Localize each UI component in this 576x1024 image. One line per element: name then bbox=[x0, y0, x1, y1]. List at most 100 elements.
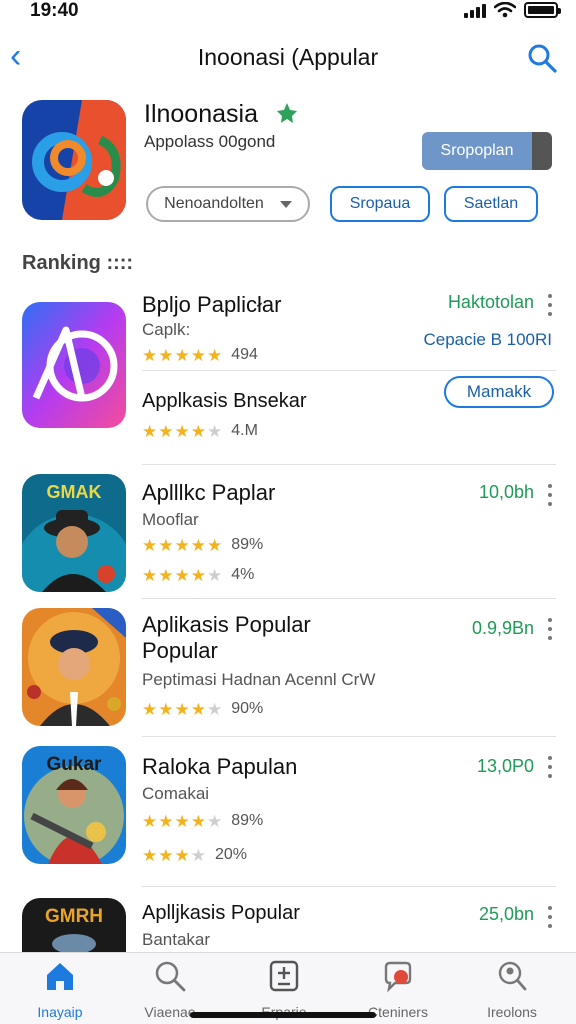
tab-label: Ireolons bbox=[487, 1004, 537, 1020]
tab-profile[interactable]: Ireolons bbox=[457, 959, 567, 1020]
category-dropdown[interactable]: Nenoandolten bbox=[146, 186, 310, 222]
app-title: Raloka Papulan bbox=[142, 754, 298, 779]
star-icon: ★ bbox=[207, 811, 223, 831]
search-icon bbox=[155, 961, 186, 992]
star-icon: ★ bbox=[190, 845, 206, 865]
star-icon: ★ bbox=[207, 535, 223, 555]
app-subtitle: Peptimasi Hadnan Acennl CrW bbox=[142, 670, 376, 689]
page-title: Inoonasi (Appular bbox=[197, 44, 379, 70]
rating-secondary: ★ ★ ★ ★ ★ 4.M bbox=[142, 422, 258, 440]
star-icon: ★ bbox=[142, 845, 158, 865]
filter-pill-2[interactable]: Saetlan bbox=[444, 186, 538, 222]
list-item[interactable]: Bpljo Paplicłar Caplk: ★ ★ ★ ★ ★ 494 Haktoto… bbox=[22, 292, 556, 465]
featured-app-icon[interactable] bbox=[22, 100, 126, 220]
star-icon: ★ bbox=[190, 535, 206, 555]
featured-app: Ilnoonasia Appolass 00gond Sropoplan Nen… bbox=[22, 100, 556, 230]
app-icon bbox=[22, 608, 126, 726]
rating: ★ ★ ★ ★ ★ 89% bbox=[142, 536, 263, 554]
nav-bar: ‹ Inoonasi (Appular bbox=[0, 36, 576, 80]
rating: ★ ★ ★ ★ ★ 494 bbox=[142, 346, 258, 364]
more-icon[interactable] bbox=[548, 756, 554, 778]
chevron-down-icon bbox=[279, 200, 292, 208]
featured-app-name: Ilnoonasia bbox=[144, 100, 258, 128]
dropdown-label: Nenoandolten bbox=[164, 195, 264, 212]
home-indicator[interactable] bbox=[190, 1012, 376, 1018]
signal-icon bbox=[464, 4, 486, 18]
divider bbox=[142, 464, 556, 465]
divider bbox=[142, 736, 556, 737]
featured-app-subtitle: Appolass 00gond bbox=[144, 132, 276, 151]
app-title-line2: Popular bbox=[142, 638, 218, 663]
list-item[interactable]: GMAK Aplllkc Paplar Mooflar ★ ★ ★ ★ ★ 89% ★ ★… bbox=[22, 474, 556, 599]
list-item[interactable]: GMRH Aplljkasis Popular Bantakar 25,0bn bbox=[22, 898, 556, 952]
status-time: 19:40 bbox=[30, 0, 79, 21]
star-icon: ★ bbox=[190, 421, 206, 441]
app-subtitle: Bantakar bbox=[142, 930, 211, 949]
app-subtitle: Caplk: bbox=[142, 320, 191, 339]
star-icon: ★ bbox=[174, 845, 190, 865]
calculator-icon bbox=[269, 960, 299, 992]
home-icon bbox=[47, 963, 73, 990]
detail-link[interactable]: Cepacie B 100RI bbox=[423, 330, 552, 350]
star-icon: ★ bbox=[190, 345, 206, 365]
tab-label: Inayaip bbox=[37, 1004, 83, 1020]
price-label[interactable]: 10,0bh bbox=[479, 482, 534, 503]
rating-value: 20% bbox=[215, 846, 248, 863]
rating: ★ ★ ★ ★ ★ 90% bbox=[142, 700, 263, 718]
rating: ★ ★ ★ ★ ★ 89% bbox=[142, 812, 263, 830]
battery-icon bbox=[524, 2, 561, 18]
list-item[interactable]: Gukar Raloka Papulan Comakai ★ ★ ★ ★ ★ 89% ★… bbox=[22, 746, 556, 887]
app-title: Aplllkc Paplar bbox=[142, 480, 276, 505]
tab-chat[interactable]: Cteniners bbox=[343, 959, 453, 1020]
app-icon bbox=[22, 302, 126, 428]
search-icon[interactable] bbox=[526, 42, 558, 74]
filter-pill-1[interactable]: Sropaua bbox=[330, 186, 430, 222]
more-icon[interactable] bbox=[548, 484, 554, 506]
rating-value: 89% bbox=[231, 812, 264, 829]
star-icon: ★ bbox=[158, 845, 174, 865]
rating-value: 90% bbox=[231, 700, 264, 717]
featured-primary-button[interactable]: Sropoplan bbox=[422, 132, 552, 170]
star-icon: ★ bbox=[158, 345, 174, 365]
more-icon[interactable] bbox=[548, 294, 554, 316]
star-icon: ★ bbox=[207, 699, 223, 719]
price-label[interactable]: Haktotolan bbox=[448, 292, 534, 313]
rating-value: 4.M bbox=[231, 422, 258, 439]
price-label[interactable]: 13,0P0 bbox=[477, 756, 534, 777]
star-icon: ★ bbox=[158, 421, 174, 441]
app-title: Aplljkasis Popular bbox=[142, 902, 300, 924]
divider bbox=[142, 886, 556, 887]
more-icon[interactable] bbox=[548, 906, 554, 928]
more-icon[interactable] bbox=[548, 618, 554, 640]
app-subtitle: Comakai bbox=[142, 784, 210, 803]
action-button[interactable]: Mamakk bbox=[444, 376, 554, 408]
star-icon: ★ bbox=[158, 811, 174, 831]
app-icon: GMAK bbox=[22, 474, 126, 592]
rating-secondary: ★ ★ ★ ★ 20% bbox=[142, 846, 247, 864]
chat-icon bbox=[384, 961, 412, 993]
price-label[interactable]: 25,0bn bbox=[479, 904, 534, 925]
app-title-secondary: Applkasis Bnsekar bbox=[142, 390, 307, 412]
section-title: Ranking :::: bbox=[22, 252, 134, 274]
star-icon: ★ bbox=[142, 535, 158, 555]
rating-value: 494 bbox=[231, 346, 258, 363]
divider bbox=[142, 598, 556, 599]
star-icon: ★ bbox=[142, 345, 158, 365]
star-icon: ★ bbox=[142, 421, 158, 441]
tab-search[interactable]: Viaenae bbox=[115, 959, 225, 1020]
star-icon: ★ bbox=[158, 699, 174, 719]
list-item[interactable]: Aplikasis Popular Popular Peptimasi Hadn… bbox=[22, 608, 556, 738]
app-title: Bpljo Paplicłar bbox=[142, 292, 282, 317]
price-label[interactable]: 0.9,9Bn bbox=[472, 618, 534, 639]
star-icon: ★ bbox=[190, 699, 206, 719]
verified-badge-icon bbox=[277, 103, 297, 123]
tab-tools[interactable]: Erparie bbox=[229, 959, 339, 1020]
rating-secondary: ★ ★ ★ ★ ★ 4% bbox=[142, 566, 254, 584]
svg-text:GMRH: GMRH bbox=[45, 906, 103, 927]
svg-text:GMAK: GMAK bbox=[47, 482, 102, 502]
tab-home[interactable]: Inayaip bbox=[5, 959, 115, 1020]
divider bbox=[142, 370, 556, 371]
app-subtitle: Mooflar bbox=[142, 510, 199, 529]
star-icon: ★ bbox=[158, 535, 174, 555]
svg-text:Gukar: Gukar bbox=[47, 754, 103, 775]
